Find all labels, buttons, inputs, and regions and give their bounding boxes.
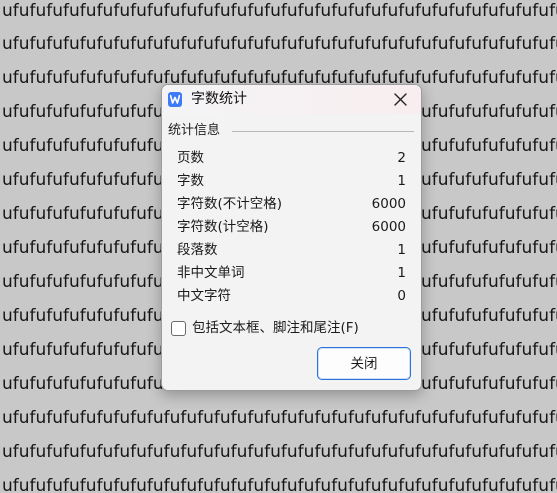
stat-value: 1 <box>397 173 406 189</box>
stat-row-paragraphs: 段落数 1 <box>162 239 421 262</box>
stat-row-pages: 页数 2 <box>162 147 421 170</box>
stat-row-chinese-chars: 中文字符 0 <box>162 285 421 308</box>
stat-value: 6000 <box>371 219 406 235</box>
dialog-title: 字数统计 <box>191 91 247 107</box>
group-title: 统计信息 <box>168 123 221 138</box>
stat-label: 中文字符 <box>177 288 231 304</box>
wps-writer-icon <box>168 92 182 107</box>
include-checkbox[interactable] <box>171 321 186 336</box>
stat-value: 1 <box>397 265 406 281</box>
include-checkbox-label[interactable]: 包括文本框、脚注和尾注(F) <box>192 319 359 337</box>
stat-label: 页数 <box>177 150 204 166</box>
document-text-line: ufufufufufufufufufufufufufufufufufufufuf… <box>2 34 557 54</box>
stat-row-chars-no-spaces: 字符数(不计空格) 6000 <box>162 193 421 216</box>
close-icon[interactable] <box>390 89 412 111</box>
stat-row-words: 字数 1 <box>162 170 421 193</box>
close-button[interactable]: 关闭 <box>317 347 411 380</box>
document-text-line: ufufufufufufufufufufufufufufufufufufufuf… <box>2 442 557 462</box>
document-text-line: ufufufufufufufufufufufufufufufufufufufuf… <box>2 476 557 493</box>
stat-label: 段落数 <box>177 242 218 258</box>
word-count-dialog: 字数统计 统计信息 页数 2 字数 1 字符数(不计空格) 6000 字符数(计… <box>161 84 422 391</box>
stat-label: 非中文单词 <box>177 265 245 281</box>
stat-row-non-chinese-words: 非中文单词 1 <box>162 262 421 285</box>
group-divider <box>232 131 414 132</box>
stat-value: 1 <box>397 242 406 258</box>
stat-label: 字符数(计空格) <box>177 219 269 235</box>
dialog-titlebar[interactable]: 字数统计 <box>162 85 421 114</box>
stat-value: 2 <box>397 150 406 166</box>
document-text-line: ufufufufufufufufufufufufufufufufufufufuf… <box>2 1 557 21</box>
stat-label: 字符数(不计空格) <box>177 196 283 212</box>
stat-label: 字数 <box>177 173 204 189</box>
stat-value: 0 <box>397 288 406 304</box>
document-text-line: ufufufufufufufufufufufufufufufufufufufuf… <box>2 408 557 428</box>
stat-row-chars-with-spaces: 字符数(计空格) 6000 <box>162 216 421 239</box>
stat-value: 6000 <box>371 196 406 212</box>
